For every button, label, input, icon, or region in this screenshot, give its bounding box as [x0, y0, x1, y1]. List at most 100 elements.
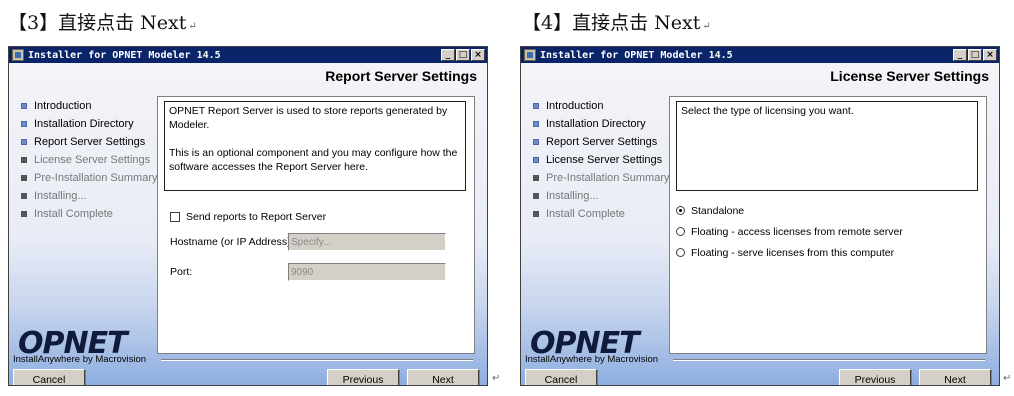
- send-reports-checkbox-row[interactable]: Send reports to Report Server: [170, 211, 326, 223]
- previous-button[interactable]: Previous: [327, 369, 399, 385]
- description-paragraph-2: This is an optional component and you ma…: [169, 147, 458, 173]
- window-title: Installer for OPNET Modeler 14.5: [540, 49, 733, 61]
- radio-floating-serve[interactable]: Floating - serve licenses from this comp…: [676, 242, 903, 263]
- cancel-button[interactable]: Cancel: [525, 369, 597, 385]
- step-install-complete: Install Complete: [533, 205, 670, 223]
- step-pre-installation-summary: Pre-Installation Summary: [21, 169, 158, 187]
- step-bullet-icon: [533, 157, 539, 163]
- step-install-complete: Install Complete: [21, 205, 158, 223]
- step-3-heading: 【3】直接点击 Next ↵: [8, 8, 197, 35]
- step-bullet-icon: [21, 139, 27, 145]
- radio-label: Standalone: [691, 204, 745, 217]
- step-introduction: Introduction: [21, 97, 158, 115]
- return-mark-icon: ↵: [492, 373, 501, 384]
- description-box: OPNET Report Server is used to store rep…: [164, 101, 466, 191]
- step-report-server-settings: Report Server Settings: [533, 133, 670, 151]
- maximize-icon[interactable]: □: [456, 49, 470, 61]
- next-button[interactable]: Next: [919, 369, 991, 385]
- send-reports-label: Send reports to Report Server: [186, 211, 327, 223]
- step-report-server-settings: Report Server Settings: [21, 133, 158, 151]
- step-bullet-icon: [533, 193, 539, 199]
- previous-button[interactable]: Previous: [839, 369, 911, 385]
- step-installation-directory: Installation Directory: [21, 115, 158, 133]
- step-license-server-settings: License Server Settings: [533, 151, 670, 169]
- radio-button[interactable]: [676, 227, 685, 236]
- description-paragraph-1: OPNET Report Server is used to store rep…: [169, 105, 448, 131]
- step-4-heading-text: 【4】直接点击 Next: [522, 12, 701, 34]
- step-bullet-icon: [21, 103, 27, 109]
- page-title: Report Server Settings: [325, 68, 477, 84]
- send-reports-checkbox[interactable]: [170, 212, 180, 222]
- step-label: Report Server Settings: [546, 136, 658, 148]
- step-label: License Server Settings: [34, 154, 151, 166]
- button-divider: [673, 359, 985, 361]
- radio-standalone[interactable]: Standalone: [676, 200, 903, 221]
- port-input[interactable]: [288, 263, 446, 281]
- installer-app-icon: [12, 49, 24, 61]
- title-bar[interactable]: Installer for OPNET Modeler 14.5 _ □ ×: [521, 47, 999, 63]
- installer-window-license-server: Installer for OPNET Modeler 14.5 _ □ × L…: [520, 46, 1000, 386]
- step-bullet-icon: [533, 175, 539, 181]
- return-mark-icon: ↵: [1003, 373, 1012, 384]
- step-label: Introduction: [34, 100, 92, 112]
- step-installing: Installing...: [533, 187, 670, 205]
- step-bullet-icon: [21, 193, 27, 199]
- step-label: License Server Settings: [546, 154, 663, 166]
- next-button[interactable]: Next: [407, 369, 479, 385]
- step-installing: Installing...: [21, 187, 158, 205]
- window-body: Report Server Settings Introduction Inst…: [9, 63, 487, 385]
- title-bar[interactable]: Installer for OPNET Modeler 14.5 _ □ ×: [9, 47, 487, 63]
- step-introduction: Introduction: [533, 97, 670, 115]
- step-label: Install Complete: [546, 208, 625, 220]
- step-label: Pre-Installation Summary: [34, 172, 158, 184]
- step-label: Pre-Installation Summary: [546, 172, 670, 184]
- step-bullet-icon: [21, 157, 27, 163]
- close-icon[interactable]: ×: [471, 49, 485, 61]
- step-bullet-icon: [533, 211, 539, 217]
- window-title: Installer for OPNET Modeler 14.5: [28, 49, 221, 61]
- window-body: License Server Settings Introduction Ins…: [521, 63, 999, 385]
- step-license-server-settings: License Server Settings: [21, 151, 158, 169]
- radio-floating-remote[interactable]: Floating - access licenses from remote s…: [676, 221, 903, 242]
- hostname-input[interactable]: [288, 233, 446, 251]
- minimize-icon[interactable]: _: [441, 49, 455, 61]
- step-label: Installing...: [546, 190, 599, 202]
- radio-button-selected[interactable]: [676, 206, 685, 215]
- radio-label: Floating - serve licenses from this comp…: [691, 246, 895, 259]
- step-label: Installing...: [34, 190, 87, 202]
- maximize-icon[interactable]: □: [968, 49, 982, 61]
- port-label: Port:: [170, 266, 193, 278]
- step-bullet-icon: [533, 121, 539, 127]
- page-title: License Server Settings: [830, 68, 989, 84]
- step-label: Installation Directory: [34, 118, 134, 130]
- button-divider: [161, 359, 473, 361]
- step-installation-directory: Installation Directory: [533, 115, 670, 133]
- step-label: Introduction: [546, 100, 604, 112]
- licensing-options: Standalone Floating - access licenses fr…: [676, 200, 903, 263]
- return-mark-icon: ↵: [702, 21, 711, 32]
- step-pre-installation-summary: Pre-Installation Summary: [533, 169, 670, 187]
- return-mark-icon: ↵: [188, 21, 197, 32]
- radio-label: Floating - access licenses from remote s…: [691, 225, 903, 238]
- cancel-button[interactable]: Cancel: [13, 369, 85, 385]
- installer-steps-list: Introduction Installation Directory Repo…: [533, 97, 670, 223]
- step-bullet-icon: [533, 103, 539, 109]
- installer-steps-list: Introduction Installation Directory Repo…: [21, 97, 158, 223]
- radio-button[interactable]: [676, 248, 685, 257]
- step-label: Install Complete: [34, 208, 113, 220]
- close-icon[interactable]: ×: [983, 49, 997, 61]
- description-box: Select the type of licensing you want.: [676, 101, 978, 191]
- step-bullet-icon: [533, 139, 539, 145]
- step-bullet-icon: [21, 211, 27, 217]
- step-label: Installation Directory: [546, 118, 646, 130]
- step-bullet-icon: [21, 121, 27, 127]
- licensing-description: Select the type of licensing you want.: [681, 105, 854, 117]
- step-3-heading-text: 【3】直接点击 Next: [8, 12, 187, 34]
- hostname-label: Hostname (or IP Address):: [170, 236, 294, 248]
- minimize-icon[interactable]: _: [953, 49, 967, 61]
- content-panel: Select the type of licensing you want. S…: [669, 96, 987, 354]
- installer-app-icon: [524, 49, 536, 61]
- step-bullet-icon: [21, 175, 27, 181]
- installanywhere-credit: InstallAnywhere by Macrovision: [13, 354, 147, 365]
- installanywhere-credit: InstallAnywhere by Macrovision: [525, 354, 659, 365]
